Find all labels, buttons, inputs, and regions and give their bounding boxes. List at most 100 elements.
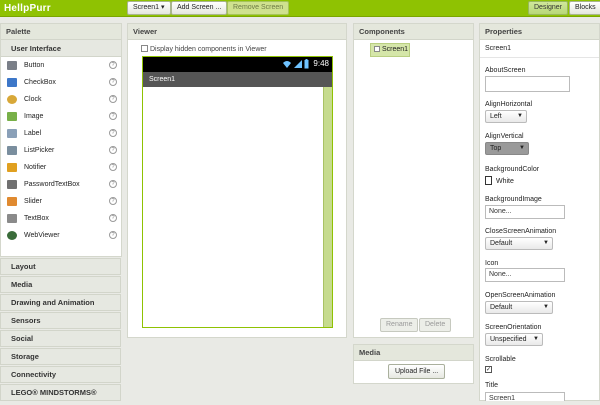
close-animation-value: Default: [490, 240, 513, 247]
background-color-value[interactable]: White: [496, 178, 514, 185]
palette-item-label: Button: [24, 62, 45, 69]
help-icon[interactable]: ?: [109, 129, 117, 137]
screen-icon: [374, 46, 380, 52]
palette-item-clock[interactable]: Clock?: [1, 91, 121, 108]
close-animation-select[interactable]: Default ▼: [485, 237, 553, 250]
title-label: Title: [485, 382, 498, 389]
display-hidden-checkbox[interactable]: Display hidden components in Viewer: [141, 45, 267, 53]
display-hidden-label: Display hidden components in Viewer: [150, 46, 267, 53]
checkmark-icon: ✓: [486, 367, 492, 373]
palette-item-checkbox[interactable]: CheckBox?: [1, 74, 121, 91]
top-bar: HellpPurr Screen1 ▾ Add Screen ... Remov…: [0, 0, 600, 17]
blocks-button[interactable]: Blocks: [569, 1, 600, 15]
palette-item-label[interactable]: Label?: [1, 125, 121, 142]
dropdown-arrow-icon: ▼: [533, 336, 539, 342]
help-icon[interactable]: ?: [109, 231, 117, 239]
align-vertical-value: Top: [490, 145, 502, 152]
close-animation-label: CloseScreenAnimation: [485, 228, 557, 235]
help-icon[interactable]: ?: [109, 95, 117, 103]
viewer-title: Viewer: [128, 24, 346, 40]
category-media[interactable]: Media: [0, 276, 121, 293]
open-animation-select[interactable]: Default ▼: [485, 301, 553, 314]
phone-scrollbar[interactable]: [323, 87, 332, 327]
slider-icon: [7, 197, 17, 206]
palette-item-listpicker[interactable]: ListPicker?: [1, 142, 121, 159]
palette-item-passwordtextbox[interactable]: PasswordTextBox?: [1, 176, 121, 193]
category-lego-mindstorms[interactable]: LEGO® MINDSTORMS®: [0, 384, 121, 401]
align-horizontal-value: Left: [490, 113, 502, 120]
palette-item-button[interactable]: Button?: [1, 57, 121, 74]
category-user-interface[interactable]: User Interface: [1, 40, 121, 57]
checkbox-box[interactable]: [141, 45, 148, 52]
screen-orientation-label: ScreenOrientation: [485, 324, 542, 331]
phone-preview: 9:48 Screen1: [142, 56, 333, 328]
button-icon: [7, 61, 17, 70]
palette-title: Palette: [1, 24, 121, 40]
palette-item-label: ListPicker: [24, 147, 55, 154]
properties-title: Properties: [480, 24, 599, 40]
listpicker-icon: [7, 146, 17, 155]
properties-component-name: Screen1: [480, 40, 599, 58]
app-logo[interactable]: HellpPurr: [4, 3, 51, 14]
clock-icon: [7, 95, 17, 104]
palette-item-label: Image: [24, 113, 44, 120]
palette-item-textbox[interactable]: TextBox?: [1, 210, 121, 227]
screen-orientation-select[interactable]: Unspecified ▼: [485, 333, 543, 346]
upload-file-button[interactable]: Upload File ...: [388, 364, 446, 379]
delete-button[interactable]: Delete: [419, 318, 452, 332]
about-screen-field[interactable]: [485, 76, 570, 92]
palette-item-label: Clock: [24, 96, 42, 103]
help-icon[interactable]: ?: [109, 61, 117, 69]
category-layout[interactable]: Layout: [0, 258, 121, 275]
palette-panel: Palette User Interface Button? CheckBox? C…: [0, 23, 122, 257]
scrollable-checkbox[interactable]: ✓: [485, 366, 492, 373]
remove-screen-button[interactable]: Remove Screen: [227, 1, 290, 15]
component-tree-label: Screen1: [382, 46, 409, 53]
webviewer-icon: [7, 231, 17, 240]
align-horizontal-select[interactable]: Left ▼: [485, 110, 527, 123]
dropdown-arrow-icon: ▼: [543, 304, 549, 310]
category-social[interactable]: Social: [0, 330, 121, 347]
password-icon: [7, 180, 17, 189]
textbox-icon: [7, 214, 17, 223]
palette-item-slider[interactable]: Slider?: [1, 193, 121, 210]
label-icon: [7, 129, 17, 138]
help-icon[interactable]: ?: [109, 163, 117, 171]
category-sensors[interactable]: Sensors: [0, 312, 121, 329]
align-vertical-select[interactable]: Top ▼: [485, 142, 529, 155]
help-icon[interactable]: ?: [109, 214, 117, 222]
screen-title-bar: Screen1: [143, 72, 332, 87]
screen-select-button[interactable]: Screen1 ▾: [127, 1, 171, 15]
designer-button[interactable]: Designer: [528, 1, 569, 15]
background-image-field[interactable]: None...: [485, 205, 565, 219]
help-icon[interactable]: ?: [109, 78, 117, 86]
dropdown-arrow-icon: ▼: [543, 240, 549, 246]
category-drawing-and-animation[interactable]: Drawing and Animation: [0, 294, 121, 311]
component-tree-item-screen1[interactable]: Screen1: [370, 43, 410, 57]
palette-item-image[interactable]: Image?: [1, 108, 121, 125]
wifi-icon: [283, 61, 291, 68]
icon-field[interactable]: None...: [485, 268, 565, 282]
phone-clock: 9:48: [313, 59, 329, 68]
add-screen-button[interactable]: Add Screen ...: [171, 1, 228, 15]
icon-label: Icon: [485, 260, 499, 267]
help-icon[interactable]: ?: [109, 180, 117, 188]
palette-item-notifier[interactable]: Notifier?: [1, 159, 121, 176]
rename-button[interactable]: Rename: [380, 318, 419, 332]
palette-item-webviewer[interactable]: WebViewer?: [1, 227, 121, 244]
title-field[interactable]: Screen1: [485, 392, 565, 402]
help-icon[interactable]: ?: [109, 197, 117, 205]
palette-item-label: Notifier: [24, 164, 47, 171]
components-panel: Components: [353, 23, 474, 338]
help-icon[interactable]: ?: [109, 146, 117, 154]
palette-item-label: TextBox: [24, 215, 49, 222]
palette-item-label: Slider: [24, 198, 42, 205]
open-animation-value: Default: [490, 304, 513, 311]
category-connectivity[interactable]: Connectivity: [0, 366, 121, 383]
battery-icon: [304, 59, 309, 69]
color-swatch[interactable]: [485, 176, 492, 185]
palette-item-label: WebViewer: [24, 232, 60, 239]
help-icon[interactable]: ?: [109, 112, 117, 120]
category-storage[interactable]: Storage: [0, 348, 121, 365]
media-title: Media: [354, 345, 473, 361]
